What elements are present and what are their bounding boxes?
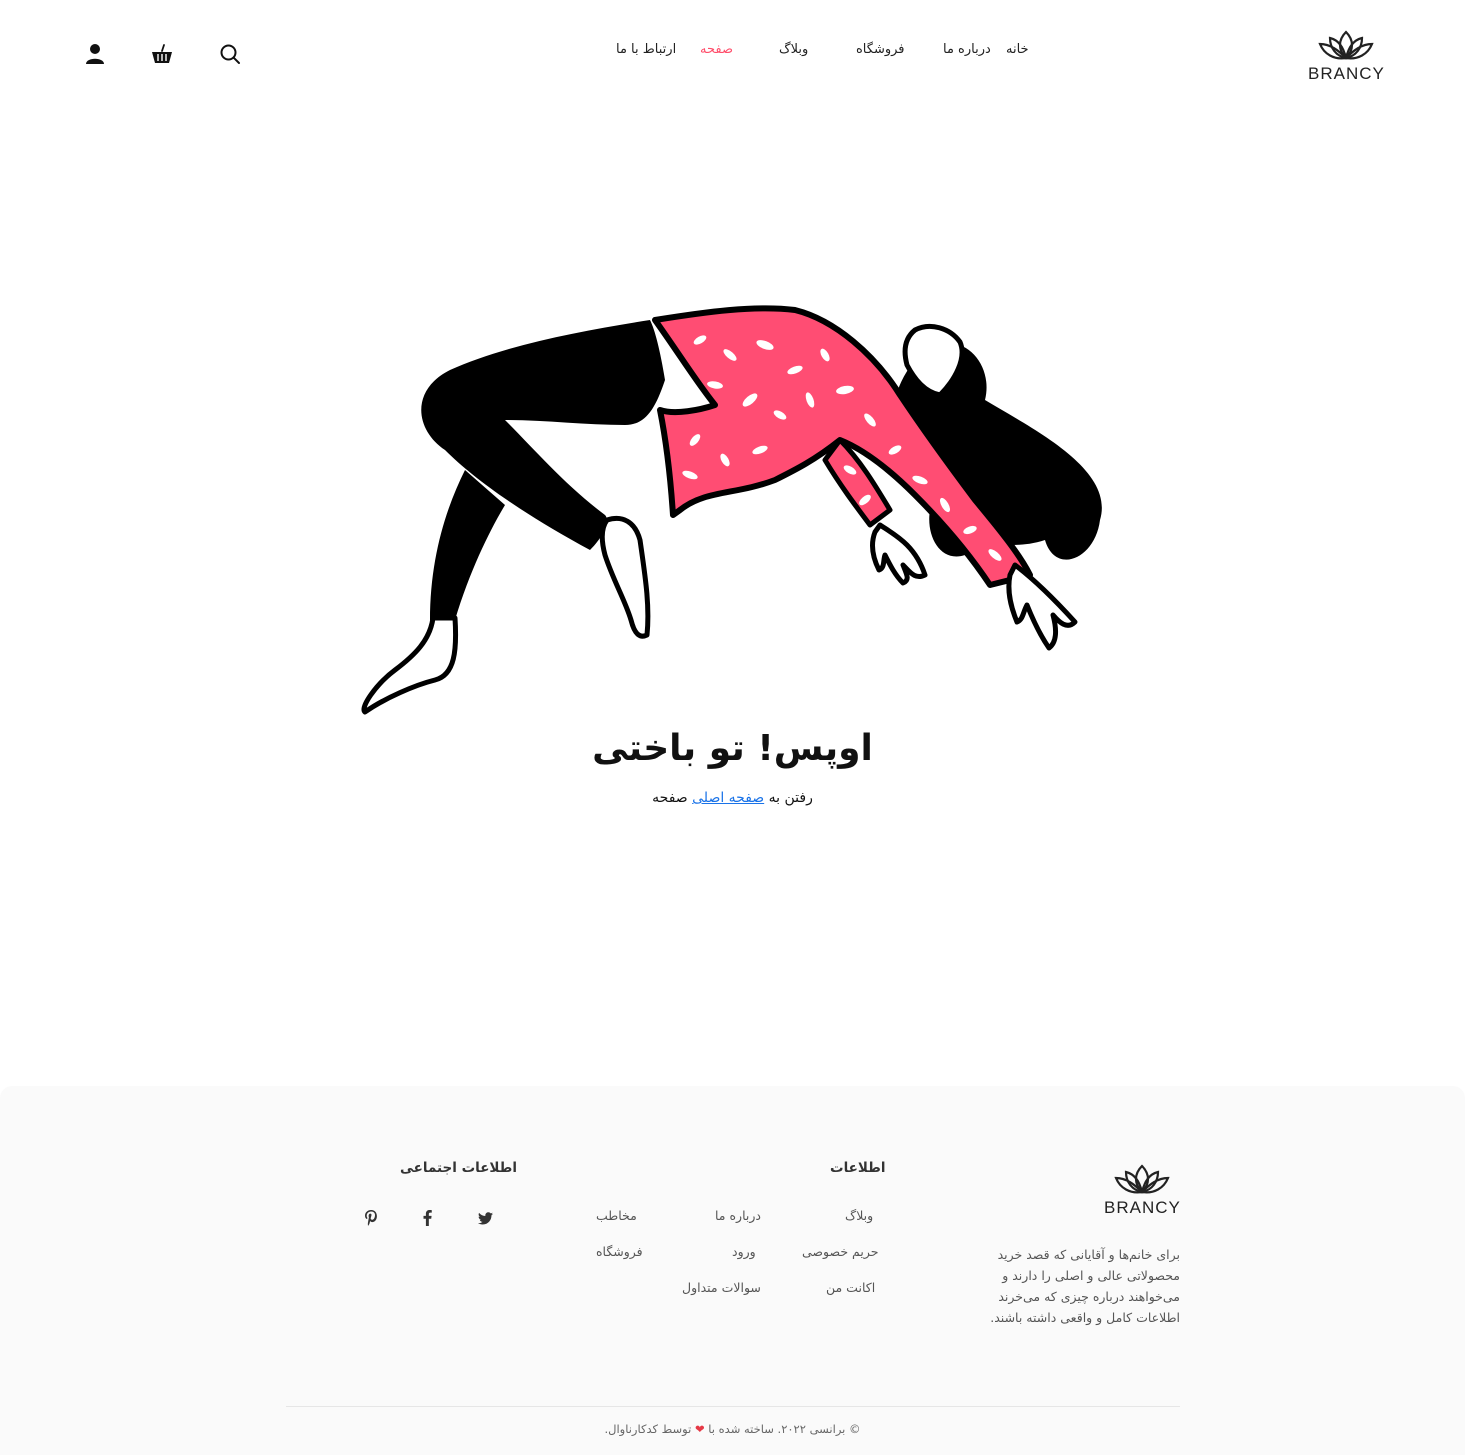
subtitle-suffix: صفحه xyxy=(652,790,688,806)
footer-link-blog[interactable]: وبلاگ xyxy=(845,1208,873,1223)
footer-divider xyxy=(286,1406,1180,1407)
brand-name: BRANCY xyxy=(1308,64,1385,83)
footer: BRANCY برای خانم‌ها و آقایانی که قصد خری… xyxy=(0,1086,1465,1455)
copyright-prefix: © برانسی ۲۰۲۲. ساخته شده با xyxy=(708,1422,861,1436)
user-icon xyxy=(86,44,104,64)
footer-logo[interactable]: BRANCY xyxy=(1104,1162,1180,1218)
basket-icon xyxy=(152,44,172,63)
home-link[interactable]: صفحه اصلی xyxy=(692,790,764,806)
footer-link-contact[interactable]: مخاطب xyxy=(596,1208,637,1223)
info-heading: اطلاعات xyxy=(830,1160,886,1176)
main-nav: خانه درباره ما فروشگاه وبلاگ صفحه ارتباط… xyxy=(600,42,1040,66)
facebook-icon xyxy=(423,1210,432,1226)
footer-link-account[interactable]: اکانت من xyxy=(826,1280,875,1295)
footer-link-about[interactable]: درباره ما xyxy=(715,1208,761,1223)
nav-item-shop[interactable]: فروشگاه xyxy=(856,42,905,57)
nav-item-page[interactable]: صفحه xyxy=(700,42,733,57)
twitter-icon xyxy=(477,1211,493,1224)
twitter-link[interactable] xyxy=(475,1208,495,1228)
nav-item-blog[interactable]: وبلاگ xyxy=(779,42,808,57)
copyright-suffix: توسط کدکارناوال. xyxy=(604,1422,692,1436)
footer-link-faq[interactable]: سوالات متداول xyxy=(682,1280,761,1295)
page-title: اوپس! تو باختی xyxy=(592,728,873,769)
nav-item-contact[interactable]: ارتباط با ما xyxy=(616,42,676,57)
footer-brand-name: BRANCY xyxy=(1104,1198,1181,1217)
nav-item-about[interactable]: درباره ما xyxy=(943,42,991,57)
footer-link-shop[interactable]: فروشگاه xyxy=(596,1244,643,1259)
footer-about-text: برای خانم‌ها و آقایانی که قصد خرید محصول… xyxy=(990,1247,1180,1325)
lotus-logo-icon xyxy=(1114,1164,1170,1194)
header: BRANCY خانه درباره ما فروشگاه وبلاگ صفحه… xyxy=(0,0,1465,110)
back-home-text: رفتن به صفحه اصلی صفحه xyxy=(0,790,1465,806)
account-button[interactable] xyxy=(81,40,109,68)
pinterest-link[interactable] xyxy=(361,1208,381,1228)
social-heading: اطلاعات اجتماعی xyxy=(400,1160,518,1176)
lotus-logo-icon xyxy=(1318,30,1374,60)
search-icon xyxy=(220,44,240,64)
subtitle-prefix: رفتن به xyxy=(768,790,813,806)
search-button[interactable] xyxy=(216,40,244,68)
cart-button[interactable] xyxy=(148,40,176,68)
heart-icon: ❤ xyxy=(694,1422,705,1436)
copyright-text: © برانسی ۲۰۲۲. ساخته شده با ❤ توسط کدکار… xyxy=(0,1422,1465,1436)
pinterest-icon xyxy=(365,1210,377,1226)
brand-logo[interactable]: BRANCY xyxy=(1308,28,1384,84)
floating-woman-illustration xyxy=(361,305,1102,715)
footer-link-login[interactable]: ورود xyxy=(732,1244,756,1259)
nav-item-home[interactable]: خانه xyxy=(1006,42,1029,57)
footer-link-privacy[interactable]: حریم خصوصی xyxy=(802,1244,878,1259)
facebook-link[interactable] xyxy=(417,1208,437,1228)
